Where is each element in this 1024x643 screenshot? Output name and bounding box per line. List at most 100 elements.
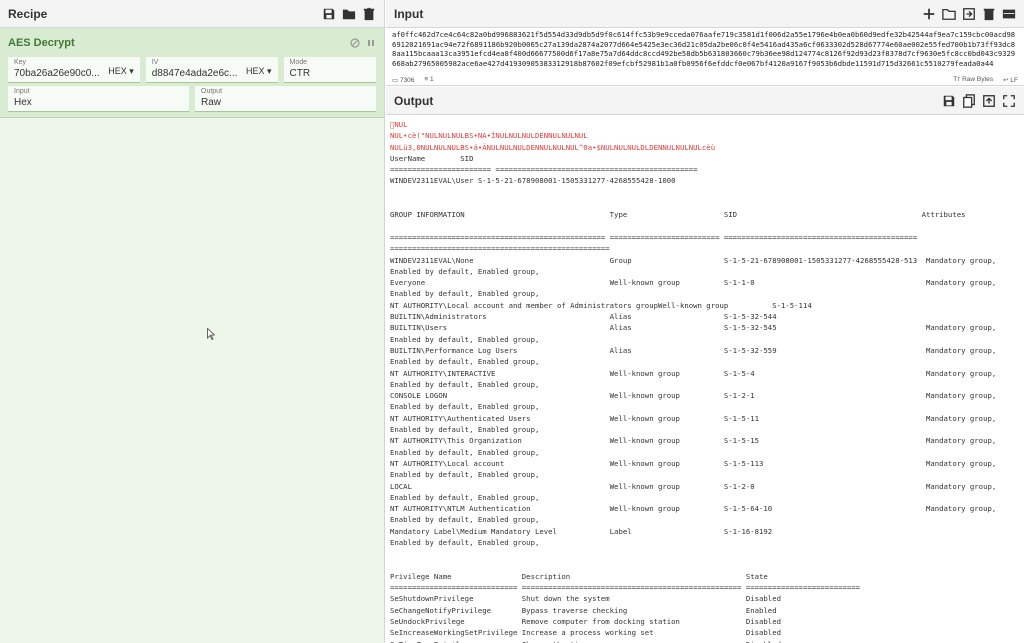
save-icon[interactable] <box>322 7 336 21</box>
output-line: Enabled by default, Enabled group, <box>390 492 540 502</box>
output-line: BUILTIN\Performance Log Users Alias S-1-… <box>390 345 997 355</box>
operation-title: AES Decrypt <box>8 37 75 49</box>
line-count-value: 1 <box>430 76 434 83</box>
input-textarea[interactable]: af0ffc462d7ce4c64c82a0bd996883621f5d554d… <box>386 28 1024 74</box>
output-line: ============================= ==========… <box>390 583 861 593</box>
output-line: Enabled by default, Enabled group, <box>390 289 540 299</box>
output-lines: UserName SID ======================= ====… <box>390 153 1020 643</box>
output-header: Output <box>386 87 1024 115</box>
output-line: ======================= ================… <box>390 165 698 175</box>
aes-decrypt-operation[interactable]: AES Decrypt Key 70ba26a26e90c0... HEX ▾ … <box>0 28 384 118</box>
output-line: Everyone Well-known group S-1-1-0 Mandat… <box>390 278 997 288</box>
recipe-panel: Recipe AES Decrypt Key 70ba26a26e90c0...… <box>0 0 385 643</box>
output-line: UserName SID <box>390 153 474 163</box>
pause-icon[interactable] <box>366 38 376 48</box>
output-line: Mandatory Label\Medium Mandatory Level L… <box>390 526 773 536</box>
output-line: Enabled by default, Enabled group, <box>390 537 540 547</box>
output-text[interactable]:  NUL NUL•cè("NULNULNULBS•NA•ÍNULNULNULDEN… <box>386 115 1024 643</box>
folder-icon[interactable] <box>342 7 356 21</box>
output-line: GROUP INFORMATION Type SID Attributes <box>390 210 966 220</box>
output-line: SeShutdownPrivilege Shut down the system… <box>390 594 781 604</box>
output-format-field[interactable]: Output Raw <box>195 86 376 112</box>
output-format-label: Output <box>201 88 223 95</box>
output-line: Enabled by default, Enabled group, <box>390 515 540 525</box>
iv-encoding-select[interactable]: HEX ▾ <box>246 66 272 77</box>
output-line: Enabled by default, Enabled group, <box>390 447 540 457</box>
output-line: SeTimeZonePrivilege Change the time zone… <box>390 639 1020 643</box>
add-tab-icon[interactable] <box>922 7 936 21</box>
iv-encoding: HEX <box>245 66 265 76</box>
raw-bytes-toggle[interactable]: Tт Raw Bytes <box>953 76 993 84</box>
mode-label: Mode <box>289 59 308 66</box>
copy-icon[interactable] <box>962 93 976 108</box>
line-count: ≡ 1 <box>424 76 434 83</box>
key-field[interactable]: Key 70ba26a26e90c0... HEX ▾ <box>8 57 140 83</box>
output-line: NT AUTHORITY\INTERACTIVE Well-known grou… <box>390 368 997 378</box>
iv-field[interactable]: IV d8847e4ada2e6c... HEX ▾ <box>145 57 278 83</box>
input-header: Input <box>386 0 1024 28</box>
open-file-icon[interactable] <box>962 7 976 21</box>
output-line: BUILTIN\Administrators Alias S-1-5-32-54… <box>390 312 777 322</box>
disable-icon[interactable] <box>350 38 360 48</box>
output-line: ========================================… <box>390 232 922 242</box>
input-format-label: Input <box>14 88 30 95</box>
char-count-value: 7306 <box>399 77 415 84</box>
clear-input-icon[interactable] <box>982 7 996 21</box>
output-line: Enabled by default, Enabled group, <box>390 425 540 435</box>
mouse-cursor-icon <box>207 328 215 340</box>
output-line: SeUndockPrivilege Remove computer from d… <box>390 617 781 627</box>
output-line: SeChangeNotifyPrivilege Bypass traverse … <box>390 605 777 615</box>
output-line: Enabled by default, Enabled group, <box>390 334 540 344</box>
binary-junk-line-3: NULü3,0NULNULNULBS•ä•ÄNULNULNULDENNULNUL… <box>390 142 716 152</box>
recipe-title: Recipe <box>8 6 48 21</box>
output-line: NT AUTHORITY\NTLM Authentication Well-kn… <box>390 504 997 514</box>
output-line: Enabled by default, Enabled group, <box>390 402 540 412</box>
input-title: Input <box>394 6 424 21</box>
output-line: Enabled by default, Enabled group, <box>390 357 540 367</box>
output-line: NT AUTHORITY\Authenticated Users Well-kn… <box>390 413 997 423</box>
output-line: LOCAL Well-known group S-1-2-0 Mandatory… <box>390 481 997 491</box>
save-output-icon[interactable] <box>942 94 956 108</box>
raw-bytes-label: Raw Bytes <box>962 76 994 83</box>
binary-junk-line-1:  NUL <box>390 120 408 129</box>
output-line: Enabled by default, Enabled group, <box>390 266 540 276</box>
replace-input-icon[interactable] <box>982 94 996 108</box>
output-line: WINDEV2311EVAL\User S-1-5-21-678908001-1… <box>390 176 676 186</box>
output-line: ========================================… <box>390 244 610 254</box>
open-folder-icon[interactable] <box>942 7 956 21</box>
recipe-header: Recipe <box>0 0 384 28</box>
mode-field[interactable]: Mode CTR <box>283 57 376 83</box>
output-line: NT AUTHORITY\Local account Well-known gr… <box>390 458 997 468</box>
input-format-value[interactable]: Hex <box>14 96 183 109</box>
trash-icon[interactable] <box>362 7 376 21</box>
line-ending-toggle[interactable]: ↩ LF <box>1003 76 1018 84</box>
char-count: ▭ 7306 <box>392 77 415 84</box>
mode-value[interactable]: CTR <box>290 67 370 80</box>
key-encoding: HEX <box>108 66 127 76</box>
key-encoding-select[interactable]: HEX ▾ <box>108 66 134 77</box>
output-panel: Output  NUL NUL•cè("NULNULNULBS•NA•ÍNULNU… <box>386 87 1024 643</box>
input-status-bar: ▭ 7306 ≡ 1 Tт Raw Bytes ↩ LF <box>386 74 1024 86</box>
output-title: Output <box>394 93 434 108</box>
input-panel: Input af0ffc462d7ce4c64c82a0bd996883621f… <box>386 0 1024 86</box>
layout-icon[interactable] <box>1002 7 1016 21</box>
output-line: WINDEV2311EVAL\None Group S-1-5-21-67890… <box>390 255 997 265</box>
line-ending-label: LF <box>1010 77 1018 84</box>
output-line: Enabled by default, Enabled group, <box>390 470 540 480</box>
output-line: Privilege Name Description State <box>390 571 768 581</box>
output-line: BUILTIN\Users Alias S-1-5-32-545 Mandato… <box>390 323 997 333</box>
binary-junk-line-2: NUL•cè("NULNULNULBS•NA•ÍNULNULNULDENNULN… <box>390 131 588 141</box>
output-line: Enabled by default, Enabled group, <box>390 379 540 389</box>
input-format-field[interactable]: Input Hex <box>8 86 189 112</box>
output-line: SeIncreaseWorkingSetPrivilege Increase a… <box>390 628 781 638</box>
output-line: NT AUTHORITY\Local account and member of… <box>390 300 812 310</box>
output-line: CONSOLE LOGON Well-known group S-1-2-1 M… <box>390 391 997 401</box>
output-line: NT AUTHORITY\This Organization Well-know… <box>390 436 997 446</box>
maximize-icon[interactable] <box>1002 94 1016 108</box>
output-format-value[interactable]: Raw <box>201 96 370 109</box>
